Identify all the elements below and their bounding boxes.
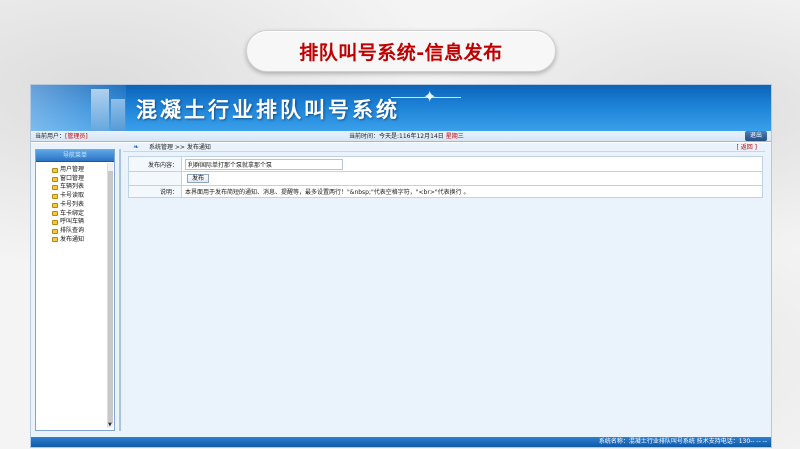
header-tower-graphic-2 xyxy=(111,99,125,131)
sidebar-item-label: 发布通知 xyxy=(60,235,85,243)
sidebar-item-label: 呼叫车辆 xyxy=(60,218,85,226)
current-time: 当前时间：今天是:116年12月14日 星期三 xyxy=(349,131,464,142)
wing-icon: ❧ xyxy=(133,143,139,151)
sidebar-item-call-vehicle[interactable]: 呼叫车辆 xyxy=(52,218,114,227)
content-cell xyxy=(181,156,763,172)
breadcrumb: 系统管理 >> 发布通知 xyxy=(149,144,211,151)
folder-icon xyxy=(52,193,58,199)
scroll-down-icon[interactable]: ▼ xyxy=(108,422,113,428)
sidebar-item-label: 车辆列表 xyxy=(60,183,85,191)
current-user-value: [管理员] xyxy=(65,133,88,140)
folder-icon xyxy=(52,211,58,217)
publish-button[interactable]: 发布 xyxy=(187,174,210,183)
sparkle-icon: ✦ xyxy=(423,87,437,106)
logout-button[interactable]: 退出 xyxy=(744,131,767,141)
app-footer: 系统名称：混凝土行业排队叫号系统 技术支持电话：130-- -- -- xyxy=(31,437,771,447)
sidebar-item-vehicle-list[interactable]: 车辆列表 xyxy=(52,183,114,192)
description-text: 本界面用于发布简短的通知、消息、提醒等，最多设置两行！"&nbsp;"代表空格字… xyxy=(181,185,763,198)
main-body: 导航菜单 用户管理 窗口管理 车辆列表 卡号读取 卡号列表 车卡绑定 呼叫车辆 … xyxy=(31,143,771,437)
current-user: 当前用户：[管理员] xyxy=(35,131,88,142)
app-header: ✦ 混凝土行业排队叫号系统 xyxy=(31,85,771,131)
folder-icon xyxy=(52,202,58,208)
sidebar-item-card-read[interactable]: 卡号读取 xyxy=(52,192,114,201)
sidebar-item-label: 卡号读取 xyxy=(60,192,85,200)
content-pane: ❧ 系统管理 >> 发布通知 [ 返回 ] 发布内容： 发布 xyxy=(123,143,765,437)
folder-icon xyxy=(52,167,58,173)
current-weekday: 星期三 xyxy=(445,133,464,140)
sidebar-scrollbar[interactable]: ▼ xyxy=(107,163,113,428)
sidebar-item-card-list[interactable]: 卡号列表 xyxy=(52,201,114,210)
sidebar-item-vehicle-card-binding[interactable]: 车卡绑定 xyxy=(52,210,114,219)
current-time-value: 今天是:116年12月14日 xyxy=(379,133,444,140)
description-label: 说明： xyxy=(128,185,182,198)
sidebar-item-publish-notice[interactable]: 发布通知 xyxy=(52,236,114,245)
slide-title-banner: 排队叫号系统-信息发布 xyxy=(246,30,556,72)
sidebar-nav: 导航菜单 用户管理 窗口管理 车辆列表 卡号读取 卡号列表 车卡绑定 呼叫车辆 … xyxy=(35,149,115,431)
sidebar-item-label: 用户管理 xyxy=(60,166,85,173)
folder-icon xyxy=(52,185,58,191)
publish-form: 发布内容： 发布 说明： 本界面用于发布简短的通知、消息、提醒等，最多设置两行！… xyxy=(128,156,763,198)
sidebar-item-queue-query[interactable]: 排队查询 xyxy=(52,227,114,236)
button-label-cell xyxy=(128,171,182,186)
header-tower-graphic xyxy=(91,89,109,131)
pane-splitter[interactable] xyxy=(119,149,121,431)
sidebar-item-label: 排队查询 xyxy=(60,226,85,234)
sidebar-heading: 导航菜单 xyxy=(36,150,114,162)
app-window: ✦ 混凝土行业排队叫号系统 当前用户：[管理员] 当前时间：今天是:116年12… xyxy=(30,84,772,448)
current-time-label: 当前时间： xyxy=(349,133,380,140)
folder-icon xyxy=(52,220,58,226)
scrollbar-thumb[interactable] xyxy=(108,171,113,423)
button-cell: 发布 xyxy=(181,171,763,186)
status-bar: 当前用户：[管理员] 当前时间：今天是:116年12月14日 星期三 退出 xyxy=(31,131,771,142)
folder-icon xyxy=(52,228,58,234)
folder-icon xyxy=(52,237,58,243)
slide-title: 排队叫号系统-信息发布 xyxy=(299,41,503,64)
content-input[interactable] xyxy=(185,158,343,170)
sidebar-menu: 用户管理 窗口管理 车辆列表 卡号读取 卡号列表 车卡绑定 呼叫车辆 排队查询 … xyxy=(36,162,114,244)
system-title: 混凝土行业排队叫号系统 xyxy=(136,97,400,122)
folder-icon xyxy=(52,176,58,182)
sidebar-item-label: 卡号列表 xyxy=(60,200,85,208)
back-link[interactable]: [ 返回 ] xyxy=(737,143,758,152)
content-label: 发布内容： xyxy=(128,156,182,172)
sidebar-item-user-management[interactable]: 用户管理 xyxy=(52,166,114,175)
current-user-label: 当前用户： xyxy=(35,133,66,140)
sidebar-item-label: 车卡绑定 xyxy=(60,209,85,217)
breadcrumb-bar: ❧ 系统管理 >> 发布通知 [ 返回 ] xyxy=(123,143,765,152)
